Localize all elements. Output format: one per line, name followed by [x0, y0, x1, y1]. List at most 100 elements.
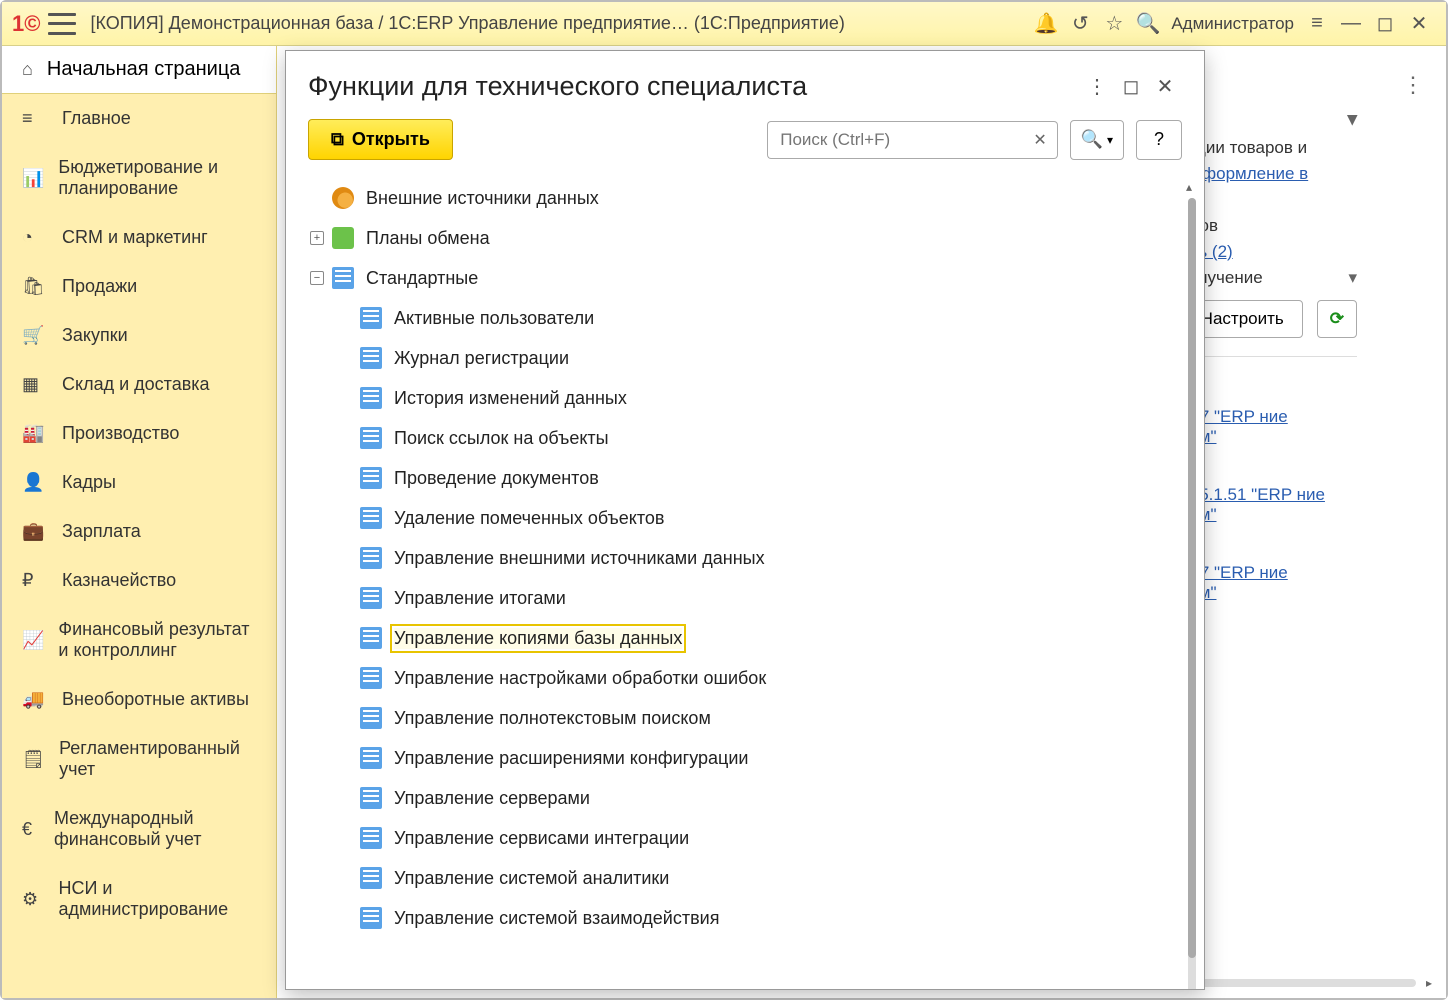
tree-std-item-13[interactable]: Управление сервисами интеграции	[296, 818, 1204, 858]
tree-std-item-8[interactable]: Управление копиями базы данных	[296, 618, 1204, 658]
titlebar: 1© [КОПИЯ] Демонстрационная база / 1C:ER…	[2, 2, 1446, 46]
search-input[interactable]	[767, 121, 1023, 159]
open-button[interactable]: ⧉ Открыть	[308, 119, 453, 160]
tree-root-item-2[interactable]: −Стандартные	[296, 258, 1204, 298]
sidebar-item-4[interactable]: 🛒Закупки	[2, 311, 276, 360]
tree-std-item-15[interactable]: Управление системой взаимодействия	[296, 898, 1204, 938]
sidebar-item-label: Зарплата	[62, 521, 141, 542]
history-icon[interactable]: ↺	[1063, 7, 1097, 41]
scroll-right-icon[interactable]: ▸	[1422, 976, 1436, 990]
bell-icon[interactable]: 🔔	[1029, 7, 1063, 41]
sidebar-home[interactable]: ⌂ Начальная страница	[2, 46, 276, 94]
nav-icon: 📊	[22, 168, 44, 189]
tree-folder-icon	[332, 267, 354, 289]
sidebar-item-5[interactable]: ▦Склад и доставка	[2, 360, 276, 409]
tree-item-label: Управление копиями базы данных	[394, 628, 682, 649]
chevron-down-icon[interactable]: ▾	[1348, 268, 1357, 288]
collapse-icon[interactable]: −	[310, 271, 324, 285]
sidebar-item-label: Регламентированный учет	[59, 738, 256, 780]
chevron-down-icon[interactable]: ▾	[1347, 108, 1357, 131]
menu-button[interactable]	[48, 13, 76, 35]
sidebar-item-label: Бюджетирование и планирование	[58, 157, 256, 199]
search-dropdown-button[interactable]: 🔍▾	[1070, 120, 1124, 160]
tree-std-item-2[interactable]: История изменений данных	[296, 378, 1204, 418]
tree-area: Внешние источники данных +Планы обмена−Ст…	[286, 174, 1204, 989]
tree-item-label: Управление итогами	[394, 588, 566, 609]
sidebar-item-6[interactable]: 🏭Производство	[2, 409, 276, 458]
expand-icon[interactable]: +	[310, 231, 324, 245]
sidebar-item-11[interactable]: 🚚Внеоборотные активы	[2, 675, 276, 724]
sidebar: ⌂ Начальная страница ≡Главное 📊 Бюджетиров…	[2, 46, 277, 998]
settings-lines-icon[interactable]: ≡	[1300, 7, 1334, 41]
dialog-maximize-icon[interactable]: ◻	[1114, 69, 1148, 103]
nav-icon: 🏭	[22, 423, 48, 444]
search-icon[interactable]: 🔍	[1131, 7, 1165, 41]
star-icon[interactable]: ☆	[1097, 7, 1131, 41]
nav-icon: ≡	[22, 108, 48, 129]
search-clear-button[interactable]: ✕	[1024, 121, 1058, 159]
tree-scrollbar[interactable]: ▴ ▾	[1188, 198, 1196, 989]
sidebar-item-label: Казначейство	[62, 570, 176, 591]
sidebar-item-7[interactable]: 👤Кадры	[2, 458, 276, 507]
tree-std-item-0[interactable]: Активные пользователи	[296, 298, 1204, 338]
tree-std-item-11[interactable]: Управление расширениями конфигурации	[296, 738, 1204, 778]
tree-item-label: Управление системой аналитики	[394, 868, 669, 889]
dialog-close-icon[interactable]: ✕	[1148, 69, 1182, 103]
tree-item-icon	[360, 547, 382, 569]
tree-std-item-10[interactable]: Управление полнотекстовым поиском	[296, 698, 1204, 738]
tree-root-item-1[interactable]: +Планы обмена	[296, 218, 1204, 258]
tree-item-icon	[360, 907, 382, 929]
nav-icon: 🛍	[22, 276, 48, 297]
chevron-down-icon: ▾	[1107, 133, 1113, 147]
tree-item-icon	[360, 707, 382, 729]
maximize-icon[interactable]: ◻	[1368, 7, 1402, 41]
scroll-up-icon[interactable]: ▴	[1186, 180, 1192, 194]
sidebar-item-14[interactable]: ⚙НСИ и администрирование	[2, 864, 276, 934]
sidebar-item-2[interactable]: ◔CRM и маркетинг	[2, 213, 276, 262]
tech-functions-dialog: Функции для технического специалиста ⋮ ◻…	[285, 50, 1205, 990]
sidebar-item-label: Закупки	[62, 325, 128, 346]
tree-item-label: Управление серверами	[394, 788, 590, 809]
dialog-kebab-icon[interactable]: ⋮	[1080, 69, 1114, 103]
sidebar-item-1[interactable]: 📊 Бюджетирование и планирование	[2, 143, 276, 213]
tree-std-item-3[interactable]: Поиск ссылок на объекты	[296, 418, 1204, 458]
tree-root-item-0[interactable]: Внешние источники данных	[296, 178, 1204, 218]
close-icon[interactable]: ✕	[1402, 7, 1436, 41]
sidebar-home-label: Начальная страница	[47, 58, 241, 81]
sidebar-item-8[interactable]: 💼Зарплата	[2, 507, 276, 556]
tree-item-icon	[360, 427, 382, 449]
tree-item-label: Управление внешними источниками данных	[394, 548, 765, 569]
sidebar-item-0[interactable]: ≡Главное	[2, 94, 276, 143]
sidebar-item-12[interactable]: 🗒Регламентированный учет	[2, 724, 276, 794]
dialog-toolbar: ⧉ Открыть ✕ 🔍▾ ?	[286, 109, 1204, 174]
tree-item-label: Управление расширениями конфигурации	[394, 748, 748, 769]
tree-std-item-14[interactable]: Управление системой аналитики	[296, 858, 1204, 898]
tree-item-label: Управление сервисами интеграции	[394, 828, 689, 849]
tree-std-item-1[interactable]: Журнал регистрации	[296, 338, 1204, 378]
tree-item-icon	[360, 827, 382, 849]
minimize-icon[interactable]: —	[1334, 7, 1368, 41]
sidebar-item-9[interactable]: ₽Казначейство	[2, 556, 276, 605]
help-button[interactable]: ?	[1136, 120, 1182, 160]
nav-icon: ⚙	[22, 889, 44, 910]
tree-std-item-4[interactable]: Проведение документов	[296, 458, 1204, 498]
sidebar-item-label: Склад и доставка	[62, 374, 210, 395]
refresh-button[interactable]: ⟳	[1317, 300, 1357, 338]
username-label[interactable]: Администратор	[1171, 14, 1294, 34]
tree-scroll-thumb[interactable]	[1188, 198, 1196, 958]
tree-item-label: Внешние источники данных	[366, 188, 599, 209]
tree-std-item-12[interactable]: Управление серверами	[296, 778, 1204, 818]
tree-std-item-5[interactable]: Удаление помеченных объектов	[296, 498, 1204, 538]
tree-std-item-7[interactable]: Управление итогами	[296, 578, 1204, 618]
tree-item-label: Управление настройками обработки ошибок	[394, 668, 766, 689]
sidebar-item-3[interactable]: 🛍 Продажи	[2, 262, 276, 311]
window-title: [КОПИЯ] Демонстрационная база / 1C:ERP У…	[90, 13, 844, 34]
sidebar-item-label: Продажи	[62, 276, 137, 297]
tree-item-icon	[360, 627, 382, 649]
sidebar-item-10[interactable]: 📈Финансовый результат и контроллинг	[2, 605, 276, 675]
sidebar-item-13[interactable]: €Международный финансовый учет	[2, 794, 276, 864]
tree-std-item-9[interactable]: Управление настройками обработки ошибок	[296, 658, 1204, 698]
tree-item-label: Активные пользователи	[394, 308, 594, 329]
content-kebab-icon[interactable]: ⋮	[1402, 72, 1424, 98]
tree-std-item-6[interactable]: Управление внешними источниками данных	[296, 538, 1204, 578]
